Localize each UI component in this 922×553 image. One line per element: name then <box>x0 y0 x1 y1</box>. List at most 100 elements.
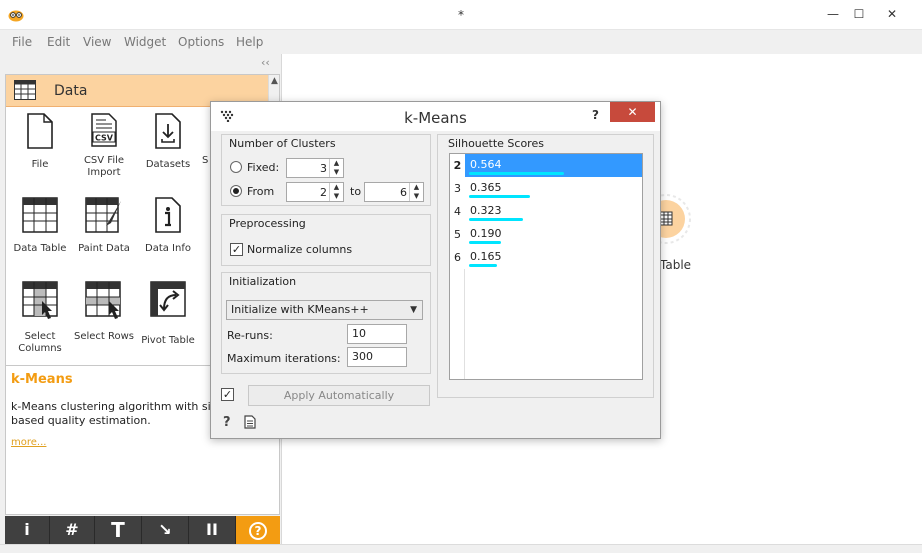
to-clusters-spinbox[interactable]: 6 ▲ ▼ <box>364 182 424 202</box>
silhouette-row[interactable]: 6 0.165 <box>450 246 642 269</box>
widget-select-rows[interactable]: Select Rows <box>72 281 136 343</box>
menu-file[interactable]: File <box>12 35 32 49</box>
help-icon[interactable]: ? <box>223 415 231 430</box>
widget-data-info[interactable]: Data Info <box>136 197 200 255</box>
widget-select-columns[interactable]: Select Columns <box>8 281 72 355</box>
widget-label: Datasets <box>145 159 191 170</box>
arrow-annotation-button[interactable]: ↘ <box>142 516 189 544</box>
pivot-table-icon <box>136 281 200 321</box>
fixed-clusters-spinbox[interactable]: 3 ▲ ▼ <box>286 158 344 178</box>
menu-view[interactable]: View <box>83 35 111 49</box>
widget-paint-data[interactable]: Paint Data <box>72 197 136 255</box>
pause-button[interactable]: II <box>189 516 236 544</box>
dialog-help-button[interactable]: ? <box>592 108 599 122</box>
cluster-count: 2 <box>450 154 465 177</box>
menu-bar: File Edit View Widget Options Help <box>0 30 922 54</box>
silhouette-row[interactable]: 4 0.323 <box>450 200 642 223</box>
main-titlebar: * — ☐ ✕ <box>0 0 922 30</box>
close-window-button[interactable]: ✕ <box>879 4 905 24</box>
kmeans-dialog: k-Means ? ✕ Number of Clusters Fixed: 3 … <box>210 101 661 439</box>
category-label: Data <box>54 83 88 99</box>
silhouette-bar <box>469 264 497 267</box>
clusters-group-title: Number of Clusters <box>229 137 336 150</box>
cluster-count: 6 <box>450 246 465 269</box>
menu-options[interactable]: Options <box>178 35 224 49</box>
to-label: to <box>350 185 362 198</box>
spin-arrows-icon[interactable]: ▲ ▼ <box>329 159 343 177</box>
widget-csv-file-import[interactable]: CSV CSV File Import <box>72 113 136 179</box>
spin-arrows-icon[interactable]: ▲ ▼ <box>409 183 423 201</box>
silhouette-scores-list[interactable]: 2 0.564 3 0.365 4 0.323 5 0.190 6 0.165 <box>449 153 643 380</box>
arrow-icon: ↘ <box>158 520 172 539</box>
silhouette-group-title: Silhouette Scores <box>448 137 544 150</box>
widget-label: Paint Data <box>78 243 130 254</box>
widget-label: Select Rows <box>73 331 135 342</box>
apply-button[interactable]: Apply Automatically <box>248 385 430 406</box>
silhouette-row[interactable]: 5 0.190 <box>450 223 642 246</box>
widget-datasets[interactable]: Datasets <box>136 113 200 171</box>
datasets-icon <box>136 113 200 153</box>
report-icon[interactable] <box>244 415 256 432</box>
dialog-titlebar[interactable]: k-Means ? ✕ <box>211 102 660 131</box>
silhouette-score: 0.323 <box>470 204 502 217</box>
dock-toolbar: i # T ↘ II ? <box>5 516 280 544</box>
help-button[interactable]: ? <box>236 516 280 544</box>
dock-collapse-button[interactable]: ‹‹ <box>261 56 270 69</box>
silhouette-score: 0.165 <box>470 250 502 263</box>
spin-value: 6 <box>400 186 407 199</box>
silhouette-row[interactable]: 2 0.564 <box>450 154 642 177</box>
initialization-method-dropdown[interactable]: Initialize with KMeans++ ▼ <box>226 300 423 320</box>
svg-text:CSV: CSV <box>95 134 114 143</box>
minimize-button[interactable]: — <box>820 4 846 24</box>
normalize-checkbox[interactable]: ✓ <box>230 243 243 256</box>
scroll-up-arrow-icon[interactable]: ▲ <box>271 76 278 86</box>
text-annotation-button[interactable]: T <box>95 516 142 544</box>
from-clusters-spinbox[interactable]: 2 ▲ ▼ <box>286 182 344 202</box>
max-iterations-field[interactable]: 300 <box>347 347 407 367</box>
silhouette-bar <box>469 195 530 198</box>
widget-pivot-table[interactable]: Pivot Table <box>136 281 200 347</box>
description-title: k-Means <box>11 372 73 387</box>
reruns-label: Re-runs: <box>227 329 273 342</box>
spin-arrows-icon[interactable]: ▲ ▼ <box>329 183 343 201</box>
cluster-count: 5 <box>450 223 465 246</box>
info-icon: i <box>24 520 30 539</box>
initialization-group-title: Initialization <box>229 275 297 288</box>
apply-automatically-checkbox[interactable]: ✓ <box>221 388 234 401</box>
from-radio[interactable] <box>230 185 242 197</box>
csv-icon: CSV <box>72 113 136 151</box>
select-rows-icon <box>72 281 136 325</box>
cluster-count: 3 <box>450 177 465 200</box>
preprocessing-group-title: Preprocessing <box>229 217 306 230</box>
help-icon: ? <box>249 522 267 540</box>
select-columns-icon <box>8 281 72 325</box>
widget-label: Pivot Table <box>141 335 195 346</box>
silhouette-bar <box>469 241 501 244</box>
fixed-radio[interactable] <box>230 161 242 173</box>
menu-widget[interactable]: Widget <box>124 35 166 49</box>
info-button[interactable]: i <box>5 516 50 544</box>
pause-icon: II <box>206 520 218 539</box>
dialog-close-button[interactable]: ✕ <box>610 102 655 122</box>
reruns-field[interactable]: 10 <box>347 324 407 344</box>
grid-icon: # <box>65 520 79 539</box>
silhouette-score: 0.365 <box>470 181 502 194</box>
description-more-link[interactable]: more... <box>11 437 46 448</box>
node-label: Table <box>660 258 692 272</box>
widget-label: Data Info <box>145 243 191 254</box>
widget-label: S <box>202 155 209 166</box>
menu-help[interactable]: Help <box>236 35 263 49</box>
widget-label: CSV File Import <box>83 155 125 178</box>
silhouette-score: 0.564 <box>470 158 502 171</box>
menu-edit[interactable]: Edit <box>47 35 70 49</box>
fixed-label: Fixed: <box>247 161 280 174</box>
maximize-button[interactable]: ☐ <box>846 4 872 24</box>
silhouette-bar <box>469 218 523 221</box>
silhouette-row[interactable]: 3 0.365 <box>450 177 642 200</box>
paint-data-icon <box>72 197 136 237</box>
widget-file[interactable]: File <box>8 113 72 171</box>
widget-data-table[interactable]: Data Table <box>8 197 72 255</box>
grid-button[interactable]: # <box>50 516 95 544</box>
normalize-label: Normalize columns <box>247 243 353 256</box>
from-label: From <box>247 185 275 198</box>
